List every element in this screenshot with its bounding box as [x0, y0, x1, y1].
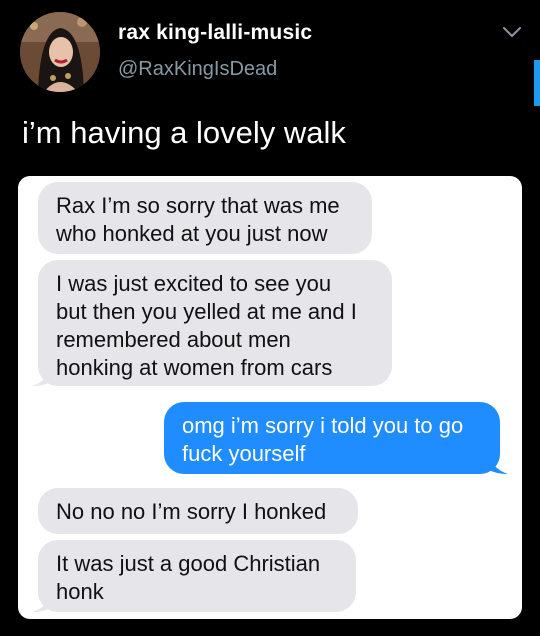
bubble-tail-icon	[486, 452, 508, 474]
message-bubble-incoming: I was just excited to see you but then y…	[38, 260, 392, 386]
username-handle[interactable]: @RaxKingIsDead	[118, 58, 277, 81]
bubble-tail-icon	[32, 364, 54, 386]
message-bubble-incoming: Rax I’m so sorry that was me who honked …	[38, 182, 372, 254]
scroll-indicator	[534, 60, 540, 106]
chevron-down-icon[interactable]	[500, 24, 524, 40]
attached-screenshot[interactable]: Rax I’m so sorry that was me who honked …	[18, 176, 522, 619]
avatar[interactable]	[20, 12, 100, 92]
message-bubble-incoming: No no no I’m sorry I honked	[38, 488, 358, 534]
bubble-tail-icon	[32, 590, 54, 612]
tweet: rax king-lalli-music @RaxKingIsDead i’m …	[0, 0, 540, 636]
tweet-text: i’m having a lovely walk	[22, 115, 346, 150]
display-name[interactable]: rax king-lalli-music	[118, 21, 312, 45]
message-bubble-outgoing: omg i’m sorry i told you to go fuck your…	[164, 402, 500, 474]
message-bubble-incoming: It was just a good Christian honk	[38, 540, 356, 612]
avatar-image	[20, 12, 100, 92]
